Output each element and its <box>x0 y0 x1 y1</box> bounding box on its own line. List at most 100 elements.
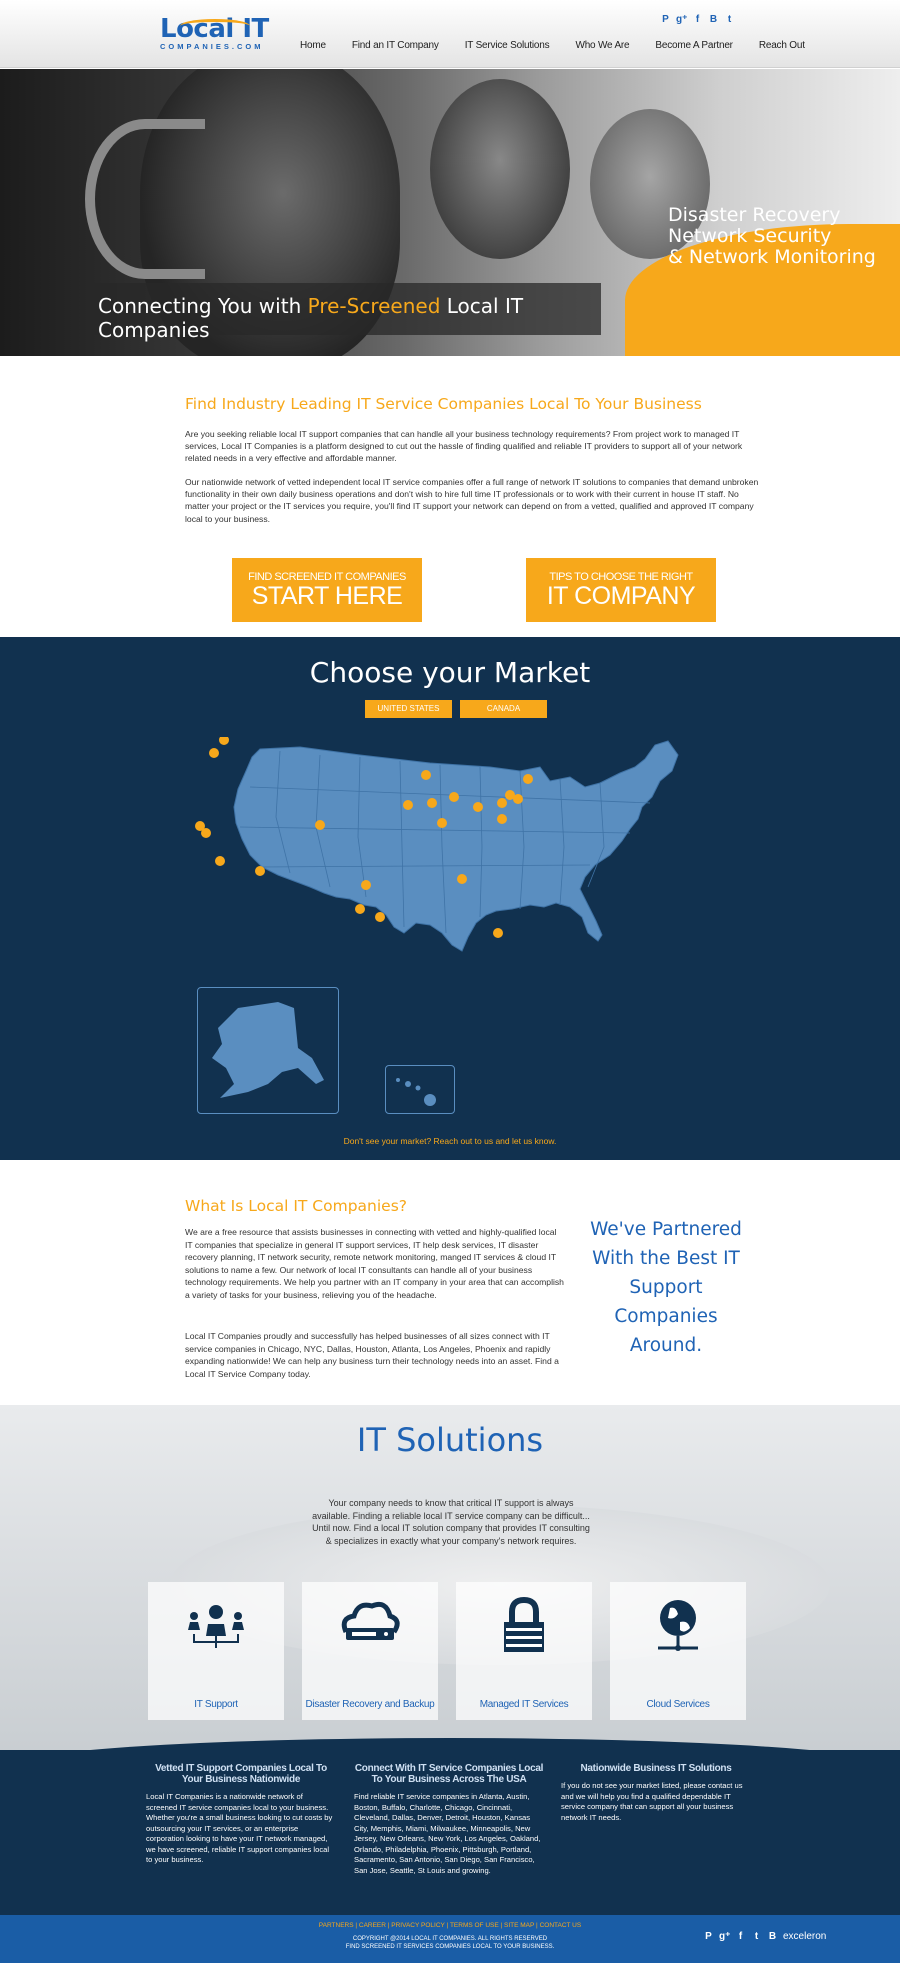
blogger-icon[interactable]: B <box>767 1931 778 1942</box>
tumblr-icon[interactable]: t <box>724 14 735 25</box>
map-pin-icon[interactable] <box>523 774 533 784</box>
solutions-text: Your company needs to know that critical… <box>312 1498 590 1546</box>
facebook-icon[interactable]: f <box>735 1931 746 1942</box>
footer-link-terms[interactable]: TERMS OF USE <box>450 1922 499 1929</box>
market-note-link[interactable]: Don't see your market? Reach out to us a… <box>0 1136 900 1146</box>
footer-link-partners[interactable]: PARTNERS <box>319 1922 354 1929</box>
footer-link-privacy[interactable]: PRIVACY POLICY <box>391 1922 444 1929</box>
map-pin-icon[interactable] <box>497 814 507 824</box>
footer-col-title: Vetted IT Support Companies Local To You… <box>155 1763 327 1785</box>
nav-service-solutions[interactable]: IT Service Solutions <box>465 40 550 51</box>
people-network-icon <box>188 1605 244 1648</box>
hero-service-item: & Network Monitoring <box>668 246 876 268</box>
footer-social: P g⁺ f t B exceleron <box>703 1931 826 1942</box>
map-pin-icon[interactable] <box>513 794 523 804</box>
map-pin-icon[interactable] <box>403 800 413 810</box>
map-pin-icon[interactable] <box>457 874 467 884</box>
intro-paragraph-2: Our nationwide network of vetted indepen… <box>185 477 759 524</box>
hero-service-item: Disaster Recovery <box>668 204 841 226</box>
map-pin-icon[interactable] <box>449 792 459 802</box>
about-paragraph-1: We are a free resource that assists busi… <box>185 1227 564 1300</box>
tumblr-icon[interactable]: t <box>751 1931 762 1942</box>
map-pin-icon[interactable] <box>421 770 431 780</box>
partner-statement: We've Partnered With the Best IT Support… <box>590 1219 742 1356</box>
pinterest-icon[interactable]: P <box>660 14 671 25</box>
footer-col-text: If you do not see your market listed, pl… <box>561 1781 743 1822</box>
map-pin-icon[interactable] <box>201 828 211 838</box>
footer-col-title: Connect With IT Service Companies Local … <box>354 1763 544 1785</box>
intro-title: Find Industry Leading IT Service Compani… <box>185 395 702 413</box>
logo-swoosh <box>180 19 250 33</box>
map-pin-icon[interactable] <box>209 748 219 758</box>
about-title: What Is Local IT Companies? <box>185 1197 408 1215</box>
bottom-bar: PARTNERS | CAREER | PRIVACY POLICY | TER… <box>0 1915 900 1963</box>
padlock-icon <box>504 1596 544 1652</box>
footer-links: PARTNERS | CAREER | PRIVACY POLICY | TER… <box>318 1922 582 1929</box>
us-mainland-shape[interactable] <box>233 740 679 952</box>
nav-become-partner[interactable]: Become A Partner <box>655 40 733 51</box>
main-nav: Home Find an IT Company IT Service Solut… <box>300 40 831 51</box>
map-pin-icon[interactable] <box>255 866 265 876</box>
hawaii-inset[interactable] <box>385 1065 455 1114</box>
hero-person-2 <box>430 79 570 259</box>
google-plus-icon[interactable]: g⁺ <box>676 14 687 25</box>
footer-link-contact[interactable]: CONTACT US <box>540 1922 582 1929</box>
footer-col-cities: Connect With IT Service Companies Local … <box>354 1763 544 1876</box>
map-pin-icon[interactable] <box>497 798 507 808</box>
hero-service-item: Network Security <box>668 225 832 247</box>
google-plus-icon[interactable]: g⁺ <box>719 1931 730 1942</box>
intro-paragraph-1: Are you seeking reliable local IT suppor… <box>185 429 743 464</box>
nav-find-company[interactable]: Find an IT Company <box>352 40 439 51</box>
about-paragraph-2: Local IT Companies proudly and successfu… <box>185 1331 559 1379</box>
alaska-shape <box>212 1002 324 1098</box>
footer-col-nationwide: Nationwide Business IT Solutions If you … <box>561 1763 751 1823</box>
map-pin-icon[interactable] <box>493 928 503 938</box>
nav-who-we-are[interactable]: Who We Are <box>575 40 629 51</box>
map-pin-icon[interactable] <box>215 856 225 866</box>
map-pin-icon[interactable] <box>473 802 483 812</box>
map-pin-icon[interactable] <box>219 737 229 745</box>
cloud-server-icon <box>341 1601 400 1640</box>
solution-card-disaster-recovery[interactable]: Disaster Recovery and Backup <box>302 1582 438 1720</box>
hero-services-list: Disaster Recovery Network Security & Net… <box>668 205 898 268</box>
alaska-inset[interactable] <box>197 987 339 1114</box>
blogger-icon[interactable]: B <box>708 14 719 25</box>
solutions-title: IT Solutions <box>356 1421 544 1459</box>
united-states-button[interactable]: UNITED STATES <box>365 700 452 718</box>
market-title: Choose your Market <box>309 656 591 689</box>
nav-reach-out[interactable]: Reach Out <box>759 40 805 51</box>
map-pin-icon[interactable] <box>361 880 371 890</box>
map-pin-icon[interactable] <box>375 912 385 922</box>
solution-card-managed-services[interactable]: Managed IT Services <box>456 1582 592 1720</box>
nav-home[interactable]: Home <box>300 40 326 51</box>
map-pin-icon[interactable] <box>355 904 365 914</box>
canada-button[interactable]: CANADA <box>460 700 547 718</box>
cta-large-text: START HERE <box>251 582 403 610</box>
solution-card-it-support[interactable]: IT Support <box>148 1582 284 1720</box>
start-here-button[interactable]: FIND SCREENED IT COMPANIES START HERE <box>232 558 422 622</box>
logo-subtitle: COMPANIES.COM <box>160 42 264 51</box>
exceleron-credit[interactable]: exceleron <box>783 1931 826 1942</box>
footer-link-career[interactable]: CAREER <box>359 1922 386 1929</box>
solution-card-label: Managed IT Services <box>479 1699 569 1710</box>
map-pin-icon[interactable] <box>437 818 447 828</box>
footer-link-sitemap[interactable]: SITE MAP <box>504 1922 534 1929</box>
footer-col-vetted: Vetted IT Support Companies Local To You… <box>146 1763 336 1866</box>
footer-col-text: Local IT Companies is a nationwide netwo… <box>146 1792 333 1864</box>
cta-large-text: IT COMPANY <box>546 582 696 610</box>
map-pin-icon[interactable] <box>315 820 325 830</box>
header-social: P g⁺ f B t <box>660 14 735 25</box>
pinterest-icon[interactable]: P <box>703 1931 714 1942</box>
headset-icon <box>85 119 205 279</box>
footer-col-text: Find reliable IT service companies in At… <box>354 1792 541 1875</box>
site-logo[interactable]: Local IT COMPANIES.COM <box>160 15 280 55</box>
facebook-icon[interactable]: f <box>692 14 703 25</box>
hawaii-shape <box>396 1078 436 1106</box>
solution-card-label: Cloud Services <box>646 1699 710 1710</box>
solution-card-cloud-services[interactable]: Cloud Services <box>610 1582 746 1720</box>
map-pin-icon[interactable] <box>427 798 437 808</box>
it-solutions-section: IT Solutions Your company needs to know … <box>0 1405 900 1750</box>
globe-network-icon <box>658 1600 698 1651</box>
tips-it-company-button[interactable]: TIPS TO CHOOSE THE RIGHT IT COMPANY <box>526 558 716 622</box>
site-header: Local IT COMPANIES.COM Home Find an IT C… <box>0 0 900 68</box>
